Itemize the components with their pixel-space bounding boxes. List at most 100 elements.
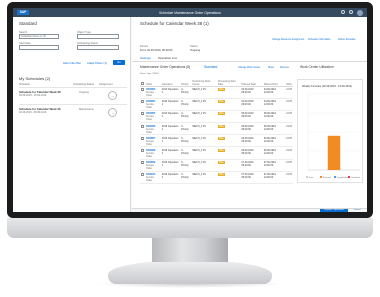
col-planned-end[interactable]: Planned End	[262, 78, 286, 87]
planned-start-cell: 07.09.2019 09:00:00	[240, 159, 263, 172]
utilization-chart-card: Weekly Forecast (02.09.2019 - 15.09.2019…	[297, 79, 363, 183]
operation-cell: 0010 Operation 1	[160, 171, 181, 185]
table-row[interactable]: 4000806 Service Order 0010 Operation 1 3-Pr…	[140, 122, 293, 136]
order-cell[interactable]: 4000807 Service Order	[145, 134, 161, 148]
status-badge: Plan	[217, 161, 225, 165]
period-value: From 03.09.2019, 09:30:00	[140, 48, 173, 52]
change-work-center-button[interactable]: Change Work Center	[238, 66, 260, 69]
work-center-cell: MECH_1 FS	[191, 98, 217, 111]
table-row[interactable]: 4000809 Service Order 0010 Operation 1 3-Pr…	[140, 159, 293, 172]
table-row[interactable]: 4000807 Service Order 0010 Operation 1 3-Pr…	[140, 134, 293, 148]
order-type: Service Order	[146, 176, 154, 183]
assign-circle-icon[interactable]: →	[108, 108, 117, 117]
work-center-cell: MECH_1 FS	[191, 110, 217, 124]
processing-status-cell: Plan	[216, 86, 241, 99]
search-icon[interactable]	[341, 10, 345, 14]
schedule-date: 02.09.2019 - 08.09.2019	[19, 110, 47, 114]
schedule-row[interactable]: Schedule for Calendar Week 36 02.09.2019…	[19, 104, 127, 121]
order-type: Service Order	[146, 91, 154, 97]
priority-cell: 3-Priority	[180, 86, 192, 99]
processing-status-cell: Plan	[216, 159, 241, 172]
work-cell: 2.0 H	[285, 146, 293, 160]
priority-cell: 3-Priority	[180, 110, 192, 124]
monitor-base	[108, 260, 272, 284]
go-button[interactable]: Go	[113, 60, 125, 65]
col-work[interactable]: Work	[285, 78, 293, 87]
search-input[interactable]: Schedule Name or ID	[19, 34, 59, 39]
adapt-filters-link[interactable]: Adapt Filters (1)	[87, 61, 107, 65]
work-cell: 2.0 H	[285, 86, 293, 99]
monitor-neck	[152, 238, 228, 262]
schedule-detail-pane: Schedule for Calendar Week 38 (1) Change…	[132, 17, 367, 212]
planned-start-cell: 05.09.2019 09:00:00	[240, 122, 263, 136]
status-badge: Plan	[217, 136, 225, 140]
order-cell[interactable]: 4000809 Service Order	[145, 159, 161, 172]
order-cell[interactable]: 4000805 Service Order	[145, 110, 161, 124]
variant-title[interactable]: Standard	[19, 21, 37, 26]
app-title[interactable]: Schedule Maintenance Order Operations	[13, 11, 367, 15]
order-cell[interactable]: 4000806 Service Order	[145, 122, 161, 136]
col-processing-start[interactable]: Processing Start Date	[216, 78, 241, 87]
legend-label: Overload	[351, 176, 361, 179]
schedule-title: Schedule for Calendar Week 38 (1)	[140, 21, 209, 26]
order-type: Service Order	[146, 151, 154, 158]
work-cell: 2.0 H	[285, 122, 293, 136]
chart-bar	[327, 135, 341, 170]
schedule-list-pane: Standard Search Schedule Name or ID Obje…	[13, 17, 131, 212]
order-cell[interactable]: 4000803 Service Order	[145, 86, 161, 99]
assign-circle-icon[interactable]: →	[108, 91, 117, 100]
status-field[interactable]	[77, 45, 119, 50]
show-button[interactable]: Show	[268, 66, 274, 69]
stage: SAP Schedule Maintenance Order Operation…	[0, 0, 380, 297]
table-row[interactable]: 4000803 Service Order 0010 Operation 1 3-Pr…	[140, 86, 293, 99]
work-cell: 2.0 H	[285, 110, 293, 124]
order-cell[interactable]: 4000808 Service Order	[145, 146, 161, 160]
processing-status-cell: Plan	[216, 146, 241, 160]
schedule-row[interactable]: Schedule for Calendar Week 38 03.09.2019…	[19, 87, 127, 104]
col-header-status: Scheduling Status	[73, 83, 94, 86]
operation-cell: 0010 Operation 1	[160, 110, 181, 124]
status-badge: Plan	[217, 88, 225, 91]
tab-operation-list[interactable]: Operation List	[158, 56, 177, 60]
table-row[interactable]: 4000810 Service Order 0010 Operation 1 3-Pr…	[140, 171, 293, 185]
col-order[interactable]: Order	[145, 78, 161, 87]
priority-cell: 3-Priority	[180, 122, 192, 136]
table-row[interactable]: 4000808 Service Order 0010 Operation 1 3-Pr…	[140, 146, 293, 160]
avatar[interactable]	[357, 9, 363, 16]
dispatch-button[interactable]: Dispatch Operations	[320, 209, 348, 212]
work-cell: 2.0 H	[285, 134, 293, 148]
schedule-date: 03.09.2019 - 15.09.2019	[19, 93, 47, 97]
change-assignment-link[interactable]: Change Resource Assignment	[272, 38, 304, 41]
col-operation[interactable]: Operation	[160, 78, 181, 87]
work-center-cell: MECH_1 FS	[191, 134, 217, 148]
cancel-button[interactable]: Cancel	[350, 209, 364, 212]
notification-icon[interactable]	[349, 10, 353, 14]
define-schedule-link[interactable]: Define Schedule	[338, 38, 356, 41]
planned-start-cell: 07.09.2019 09:00:00	[240, 171, 263, 185]
status-value: Ongoing	[190, 48, 201, 52]
app-screen: SAP Schedule Maintenance Order Operation…	[13, 8, 367, 212]
legend-label: Free	[309, 176, 314, 179]
col-work-center[interactable]: Performing Work Center	[191, 78, 217, 87]
col-header-schedule: Schedule	[19, 83, 30, 86]
col-planned-start[interactable]: Planned Start	[240, 78, 263, 87]
schedule-status: Ongoing	[79, 91, 89, 94]
operations-variant[interactable]: Standard	[204, 65, 217, 69]
order-cell[interactable]: 4000804 Service Order	[145, 98, 161, 111]
work-center-cell: MECH_1 FS	[191, 171, 217, 185]
table-row[interactable]: 4000804 Service Order 0010 Operation 1 3-Pr…	[140, 98, 293, 111]
planned-start-cell: 05.09.2019 09:00:00	[240, 110, 263, 124]
order-cell[interactable]: 4000810 Service Order	[145, 171, 161, 185]
planned-end-cell: 04.09.2019 12:00:00	[262, 86, 286, 99]
operation-cell: 0010 Operation 1	[160, 122, 181, 136]
object-type-field[interactable]	[77, 34, 119, 39]
work-cell: 2.0 H	[285, 159, 293, 172]
hide-filter-bar-link[interactable]: Hide Filter Bar	[63, 61, 81, 65]
table-row[interactable]: 4000805 Service Order 0010 Operation 1 3-Pr…	[140, 110, 293, 124]
start-date-field[interactable]	[19, 45, 59, 50]
col-priority[interactable]: Priority	[180, 78, 192, 87]
planned-end-cell: 07.09.2019 12:00:00	[262, 159, 286, 172]
remove-button[interactable]: Remove	[280, 66, 289, 69]
schedule-info-link[interactable]: Schedule Information	[308, 38, 331, 41]
shell-bar: SAP Schedule Maintenance Order Operation…	[13, 8, 367, 17]
